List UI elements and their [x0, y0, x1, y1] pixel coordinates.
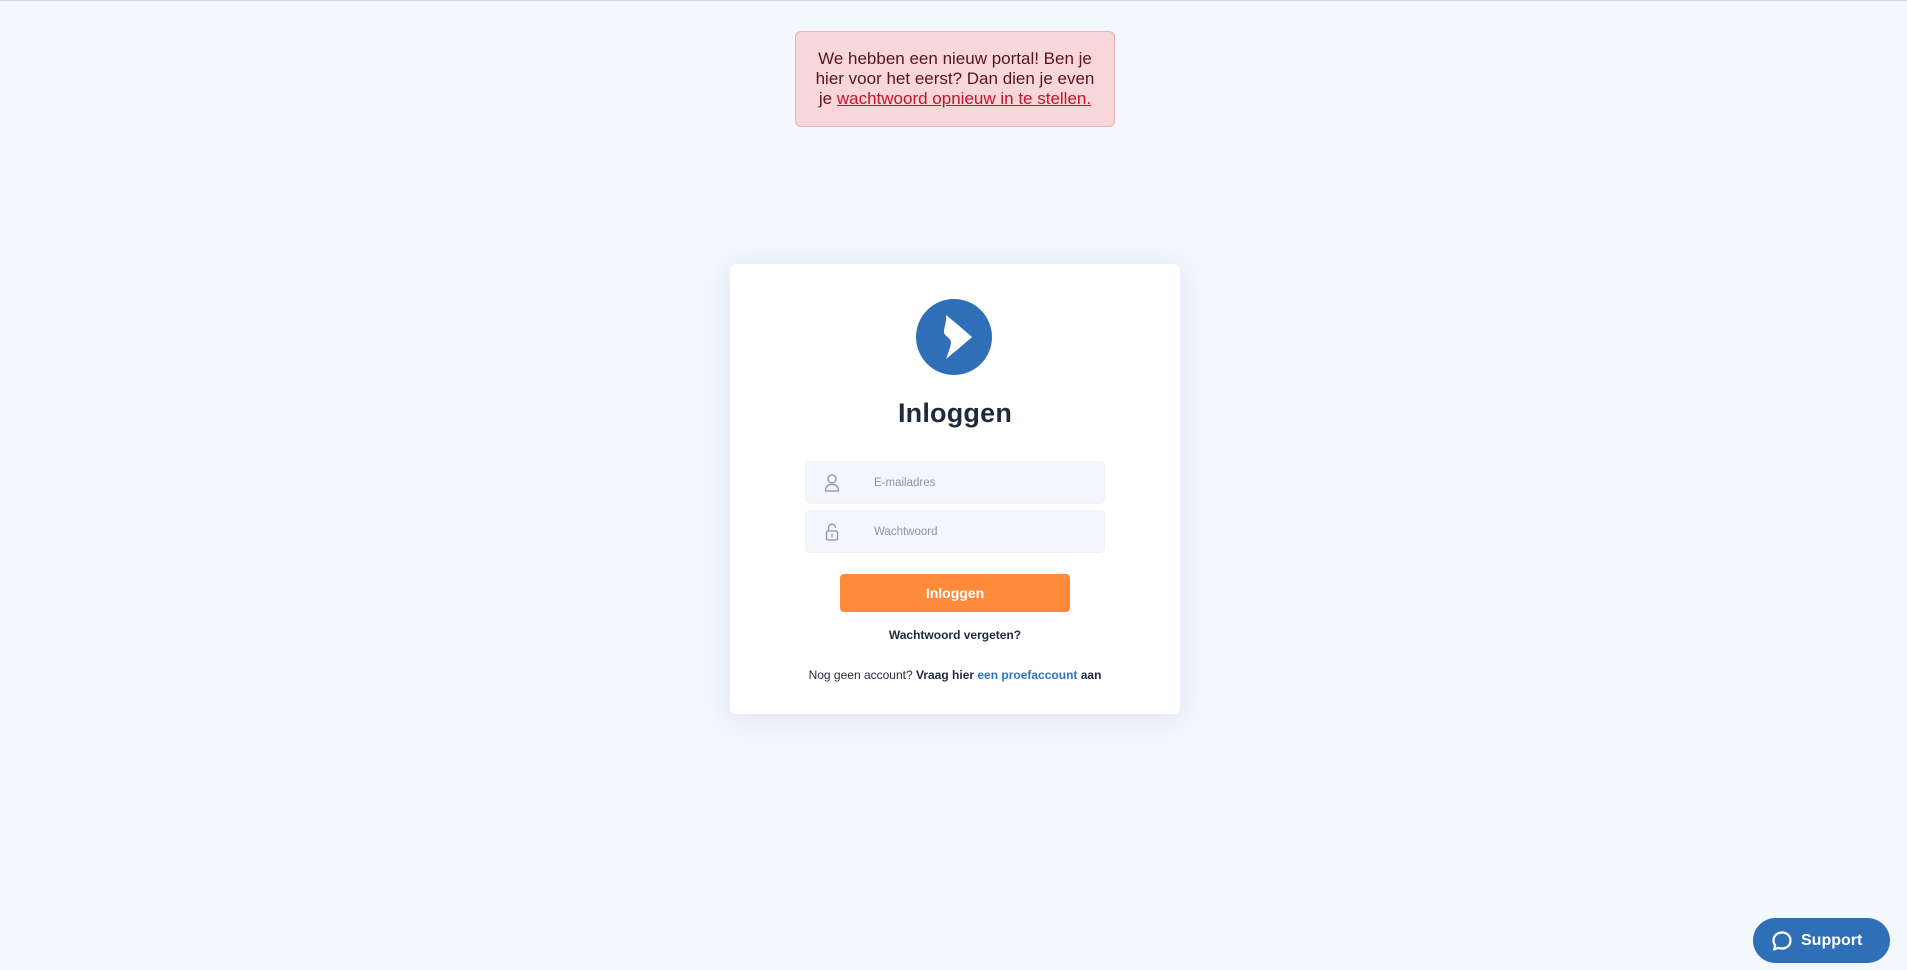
trial-account-link[interactable]: een proefaccount: [977, 668, 1077, 682]
support-label: Support: [1801, 931, 1863, 949]
forgot-password-link[interactable]: Wachtwoord vergeten?: [730, 628, 1180, 642]
support-button[interactable]: Support: [1753, 918, 1890, 963]
user-icon: [824, 474, 840, 492]
signup-bold-text: Vraag hier: [916, 668, 978, 682]
email-field[interactable]: [805, 461, 1105, 504]
brand-logo-icon: [916, 299, 992, 375]
password-input[interactable]: [874, 511, 1094, 552]
chat-bubble-icon: [1772, 930, 1792, 951]
login-title: Inloggen: [897, 398, 1013, 428]
login-button[interactable]: Inloggen: [840, 574, 1070, 612]
signup-suffix: aan: [1077, 668, 1102, 682]
password-field[interactable]: [805, 510, 1105, 553]
signup-prefix: Nog geen account?: [808, 668, 916, 682]
new-portal-alert: We hebben een nieuw portal! Ben je hier …: [795, 31, 1115, 127]
email-input[interactable]: [874, 462, 1094, 503]
signup-line: Nog geen account? Vraag hier een proefac…: [730, 668, 1180, 682]
login-card: Inloggen Inloggen Wachtwoord vergeten? N…: [730, 264, 1180, 714]
reset-password-link[interactable]: wachtwoord opnieuw in te stellen.: [837, 89, 1091, 108]
lock-icon: [825, 523, 839, 541]
